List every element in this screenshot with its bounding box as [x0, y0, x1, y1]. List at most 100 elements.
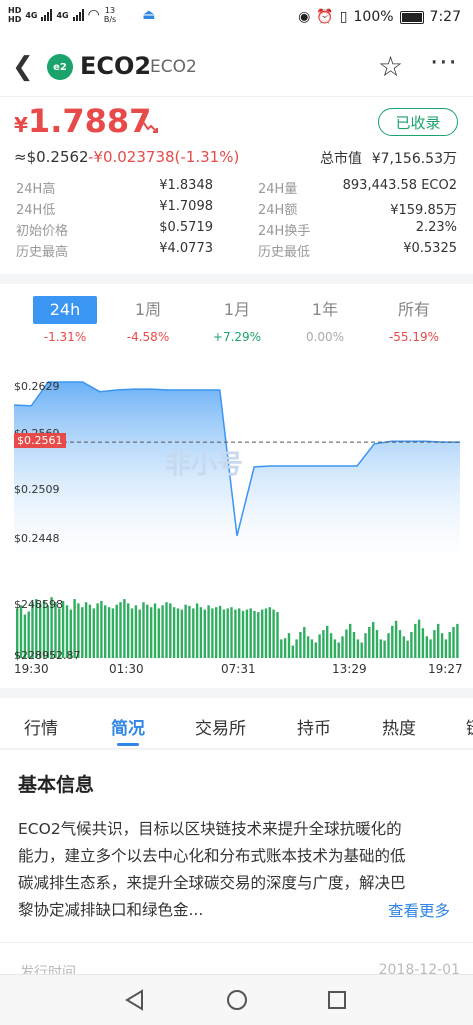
volume-bar	[130, 608, 134, 658]
section-divider	[0, 688, 473, 698]
volume-bar	[272, 609, 275, 658]
volume-bar	[345, 629, 348, 658]
volume-bar	[299, 632, 302, 658]
stat-label: 24H额	[258, 203, 298, 218]
time-axis-label: 19:27	[428, 662, 463, 676]
volume-bar	[188, 605, 191, 658]
description-line: ECO2气候共识，目标以区块链技术来提升全球抗暖化的	[18, 820, 402, 838]
volume-bar	[84, 602, 88, 658]
volume-bar	[310, 639, 314, 658]
volume-bar	[215, 607, 218, 658]
volume-bar	[81, 607, 84, 658]
volume-bar	[387, 633, 390, 658]
volume-bar	[368, 627, 371, 658]
volume-bar	[127, 603, 130, 658]
listed-badge[interactable]: 已收录	[378, 108, 458, 136]
volume-bar	[291, 645, 294, 658]
volume-bar	[379, 639, 382, 658]
volume-bar	[150, 607, 153, 658]
market-cap-value: ¥7,156.53万	[371, 151, 457, 167]
period-tab-month[interactable]: 1月	[205, 296, 269, 324]
time-axis-label: 19:30	[14, 662, 49, 676]
period-tab-year[interactable]: 1年	[293, 296, 357, 324]
battery-percent: 100%	[353, 9, 394, 25]
volume-bar	[337, 642, 340, 658]
volume-bar	[295, 639, 298, 658]
volume-bar	[184, 604, 187, 658]
tab-divider	[0, 748, 473, 750]
tab-holders[interactable]: 持币	[297, 714, 331, 739]
tab-popularity[interactable]: 热度	[382, 714, 416, 739]
stat-value: ¥159.85万	[390, 203, 457, 218]
volume-bar	[138, 609, 141, 658]
price-axis-label: $0.2448	[14, 532, 60, 545]
star-outline-icon[interactable]: ☆	[378, 50, 403, 83]
stat-label: 初始价格	[16, 224, 69, 239]
volume-bar	[153, 603, 157, 658]
trend-down-icon	[142, 121, 158, 133]
read-more-link[interactable]: 查看更多	[388, 899, 450, 921]
app-header: ❮ e2 ECO2 ECO2 ☆ ···	[0, 36, 473, 97]
period-tab-24h[interactable]: 24h	[33, 296, 97, 324]
volume-bar	[280, 639, 283, 658]
price-chart[interactable]: 非小号	[0, 360, 473, 560]
period-tab-all[interactable]: 所有	[382, 296, 446, 324]
volume-bar	[88, 604, 92, 658]
chart-watermark: 非小号	[165, 450, 243, 480]
volume-bar	[241, 610, 245, 658]
triangle-back-icon[interactable]	[124, 989, 146, 1011]
volume-bar	[456, 623, 459, 658]
row-divider	[0, 942, 473, 943]
square-recents-icon[interactable]	[326, 989, 348, 1011]
volume-bar	[364, 633, 367, 658]
volume-bar	[161, 605, 164, 658]
volume-bar	[391, 625, 394, 658]
volume-bar	[303, 627, 306, 658]
period-tab-week[interactable]: 1周	[116, 296, 180, 324]
more-dots-icon[interactable]: ···	[430, 48, 458, 78]
volume-bar	[238, 608, 241, 658]
time-axis-label: 01:30	[109, 662, 144, 676]
period-change: 0.00%	[305, 330, 345, 344]
volume-bar	[253, 610, 256, 658]
volume-bar	[111, 608, 115, 658]
description-line: 碳减排生态系，来提升全球碳交易的深度与广度，解决巴	[18, 874, 406, 892]
tab-overview[interactable]: 简况	[111, 714, 145, 739]
volume-bar	[417, 619, 421, 658]
volume-bar	[165, 602, 168, 658]
volume-bar	[119, 602, 122, 658]
volume-bar	[326, 625, 329, 658]
stat-value: ¥0.5325	[403, 241, 457, 256]
price-axis-label: $0.2629	[14, 380, 60, 393]
period-change: -55.19%	[388, 330, 440, 344]
tab-chain[interactable]: 链	[466, 714, 473, 739]
volume-bar	[437, 623, 440, 658]
circle-home-icon[interactable]	[225, 988, 249, 1012]
volume-bar	[444, 639, 448, 658]
tab-exchanges[interactable]: 交易所	[195, 714, 246, 739]
period-change: -1.31%	[43, 330, 87, 344]
volume-bar	[433, 630, 436, 658]
volume-bar	[176, 608, 180, 658]
network-type-2: 4G	[56, 10, 69, 20]
signal-icon-2	[72, 9, 84, 21]
volume-bar	[96, 603, 99, 658]
stat-label: 历史最低	[258, 245, 311, 260]
volume-bar	[329, 633, 333, 658]
time-axis-label: 13:29	[332, 662, 367, 676]
coin-logo: e2	[47, 54, 73, 80]
volume-bar	[268, 607, 271, 658]
network-speed: 13 B/s	[104, 6, 116, 24]
stat-label: 24H换手	[258, 224, 311, 239]
system-nav-bar	[0, 974, 473, 1025]
volume-bar	[222, 609, 226, 658]
tab-market[interactable]: 行情	[24, 714, 58, 739]
volume-bar	[372, 622, 375, 658]
volume-bar	[414, 623, 417, 658]
battery-icon	[399, 10, 424, 24]
chevron-left-icon[interactable]: ❮	[12, 52, 34, 82]
app-notification-icon: ⏏	[142, 7, 156, 23]
signal-icon	[41, 9, 53, 21]
volume-bar	[245, 609, 249, 658]
coin-title: ECO2	[80, 52, 152, 80]
